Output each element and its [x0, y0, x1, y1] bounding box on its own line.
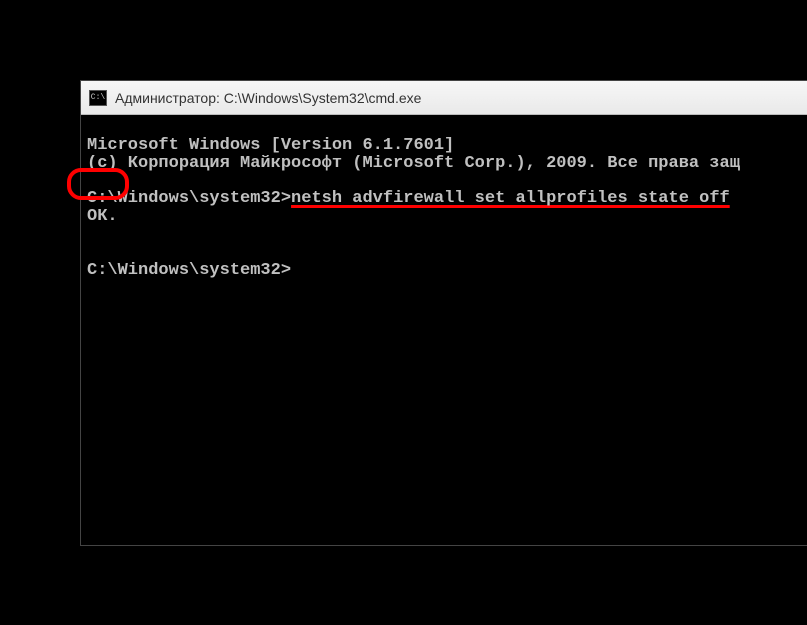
blank-line-3	[87, 243, 97, 262]
command-text: netsh advfirewall set allprofiles state …	[291, 189, 730, 208]
prompt-line-1: C:\Windows\system32>netsh advfirewall se…	[87, 189, 730, 208]
cmd-icon: C:\	[89, 90, 107, 106]
prompt-line-2: C:\Windows\system32>	[87, 261, 291, 280]
titlebar[interactable]: C:\ Администратор: C:\Windows\System32\c…	[81, 81, 807, 115]
copyright-line: (c) Корпорация Майкрософт (Microsoft Cor…	[87, 154, 740, 173]
cmd-icon-text: C:\	[91, 93, 105, 102]
blank-line	[87, 172, 97, 191]
blank-line-2	[87, 225, 97, 244]
version-line: Microsoft Windows [Version 6.1.7601]	[87, 136, 454, 155]
ok-line: ОК.	[87, 207, 118, 226]
terminal[interactable]: Microsoft Windows [Version 6.1.7601] (c)…	[81, 115, 807, 545]
prompt-1: C:\Windows\system32>	[87, 189, 291, 208]
window-title: Администратор: C:\Windows\System32\cmd.e…	[115, 90, 421, 106]
cmd-window: C:\ Администратор: C:\Windows\System32\c…	[80, 80, 807, 546]
